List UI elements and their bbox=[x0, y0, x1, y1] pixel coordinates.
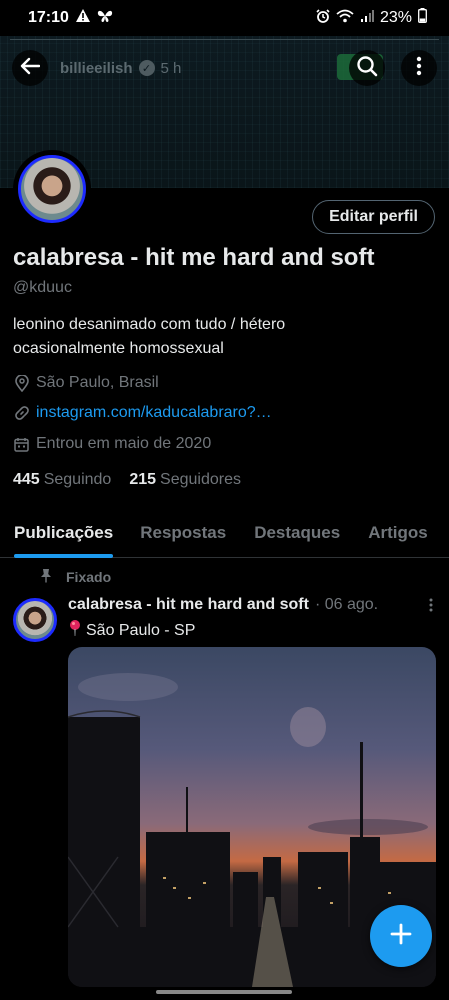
tab-posts[interactable]: Publicações bbox=[14, 508, 114, 558]
following-count: 445 bbox=[13, 471, 40, 488]
website-link[interactable]: instagram.com/kaducalabraro?… bbox=[36, 404, 272, 422]
profile-display-name: calabresa - hit me hard and soft bbox=[13, 244, 375, 271]
more-options-button[interactable] bbox=[401, 50, 437, 86]
search-button[interactable] bbox=[349, 50, 385, 86]
post-text-content: São Paulo - SP bbox=[86, 621, 196, 639]
back-arrow-icon bbox=[20, 57, 41, 80]
post-text: São Paulo - SP bbox=[68, 619, 195, 642]
avatar-image bbox=[18, 155, 86, 223]
followers-label: Seguidores bbox=[160, 471, 241, 488]
following-stat[interactable]: 445 Seguindo bbox=[13, 471, 111, 489]
round-pushpin-icon bbox=[68, 619, 82, 642]
link-icon bbox=[13, 405, 30, 422]
join-date-text: Entrou em maio de 2020 bbox=[36, 435, 212, 452]
verified-badge-icon: ✓ bbox=[138, 60, 155, 76]
post-author-avatar[interactable] bbox=[13, 598, 57, 642]
top-navigation-bar: billieeilish ✓ 5 h bbox=[0, 46, 449, 90]
status-bar: 17:10 23% bbox=[0, 0, 449, 36]
post-author-name[interactable]: calabresa - hit me hard and soft bbox=[68, 596, 309, 614]
warning-icon bbox=[75, 8, 91, 28]
following-label: Seguindo bbox=[43, 471, 112, 488]
compose-post-button[interactable] bbox=[370, 905, 432, 967]
pinned-label: Fixado bbox=[66, 569, 112, 585]
wifi-icon bbox=[336, 9, 354, 28]
banner-divider bbox=[10, 39, 439, 40]
profile-tabs: Publicações Respostas Destaques Artigos bbox=[0, 508, 449, 558]
signal-icon bbox=[360, 9, 374, 28]
edit-profile-button[interactable]: Editar perfil bbox=[312, 200, 435, 234]
battery-text: 23% bbox=[379, 9, 412, 26]
previous-post-header: billieeilish ✓ 5 h bbox=[60, 60, 181, 77]
pinned-indicator: Fixado bbox=[40, 568, 111, 586]
previous-post-time: 5 h bbox=[160, 59, 182, 77]
plus-icon bbox=[390, 923, 412, 950]
follow-stats: 445 Seguindo 215 Seguidores bbox=[13, 471, 241, 489]
profile-website: instagram.com/kaducalabraro?… bbox=[13, 404, 272, 422]
more-vertical-icon bbox=[429, 596, 433, 616]
pin-icon bbox=[40, 568, 52, 586]
search-icon bbox=[356, 55, 378, 82]
followers-stat[interactable]: 215 Seguidores bbox=[129, 471, 241, 489]
profile-handle: @kduuc bbox=[13, 279, 72, 296]
status-time: 17:10 bbox=[28, 9, 69, 26]
profile-location: São Paulo, Brasil bbox=[13, 374, 159, 392]
butterfly-icon bbox=[97, 9, 113, 28]
followers-count: 215 bbox=[129, 471, 157, 488]
location-pin-icon bbox=[13, 374, 30, 392]
profile-avatar[interactable] bbox=[13, 150, 91, 228]
profile-join-date: Entrou em maio de 2020 bbox=[13, 435, 211, 453]
calendar-icon bbox=[13, 436, 30, 453]
tab-replies[interactable]: Respostas bbox=[140, 508, 226, 558]
home-indicator[interactable] bbox=[156, 990, 292, 994]
battery-icon bbox=[418, 8, 427, 28]
post-more-button[interactable] bbox=[429, 596, 433, 617]
profile-bio: leonino desanimado com tudo / hétero oca… bbox=[13, 316, 286, 357]
post-header: calabresa - hit me hard and soft · 06 ag… bbox=[68, 596, 378, 614]
previous-post-account: billieeilish bbox=[60, 59, 133, 77]
alarm-icon bbox=[316, 8, 330, 28]
more-vertical-icon bbox=[416, 56, 422, 81]
back-button[interactable] bbox=[12, 50, 48, 86]
location-text: São Paulo, Brasil bbox=[36, 374, 159, 391]
tab-articles[interactable]: Artigos bbox=[368, 508, 428, 558]
post-date: · 06 ago. bbox=[314, 596, 379, 613]
tab-highlights[interactable]: Destaques bbox=[254, 508, 340, 558]
